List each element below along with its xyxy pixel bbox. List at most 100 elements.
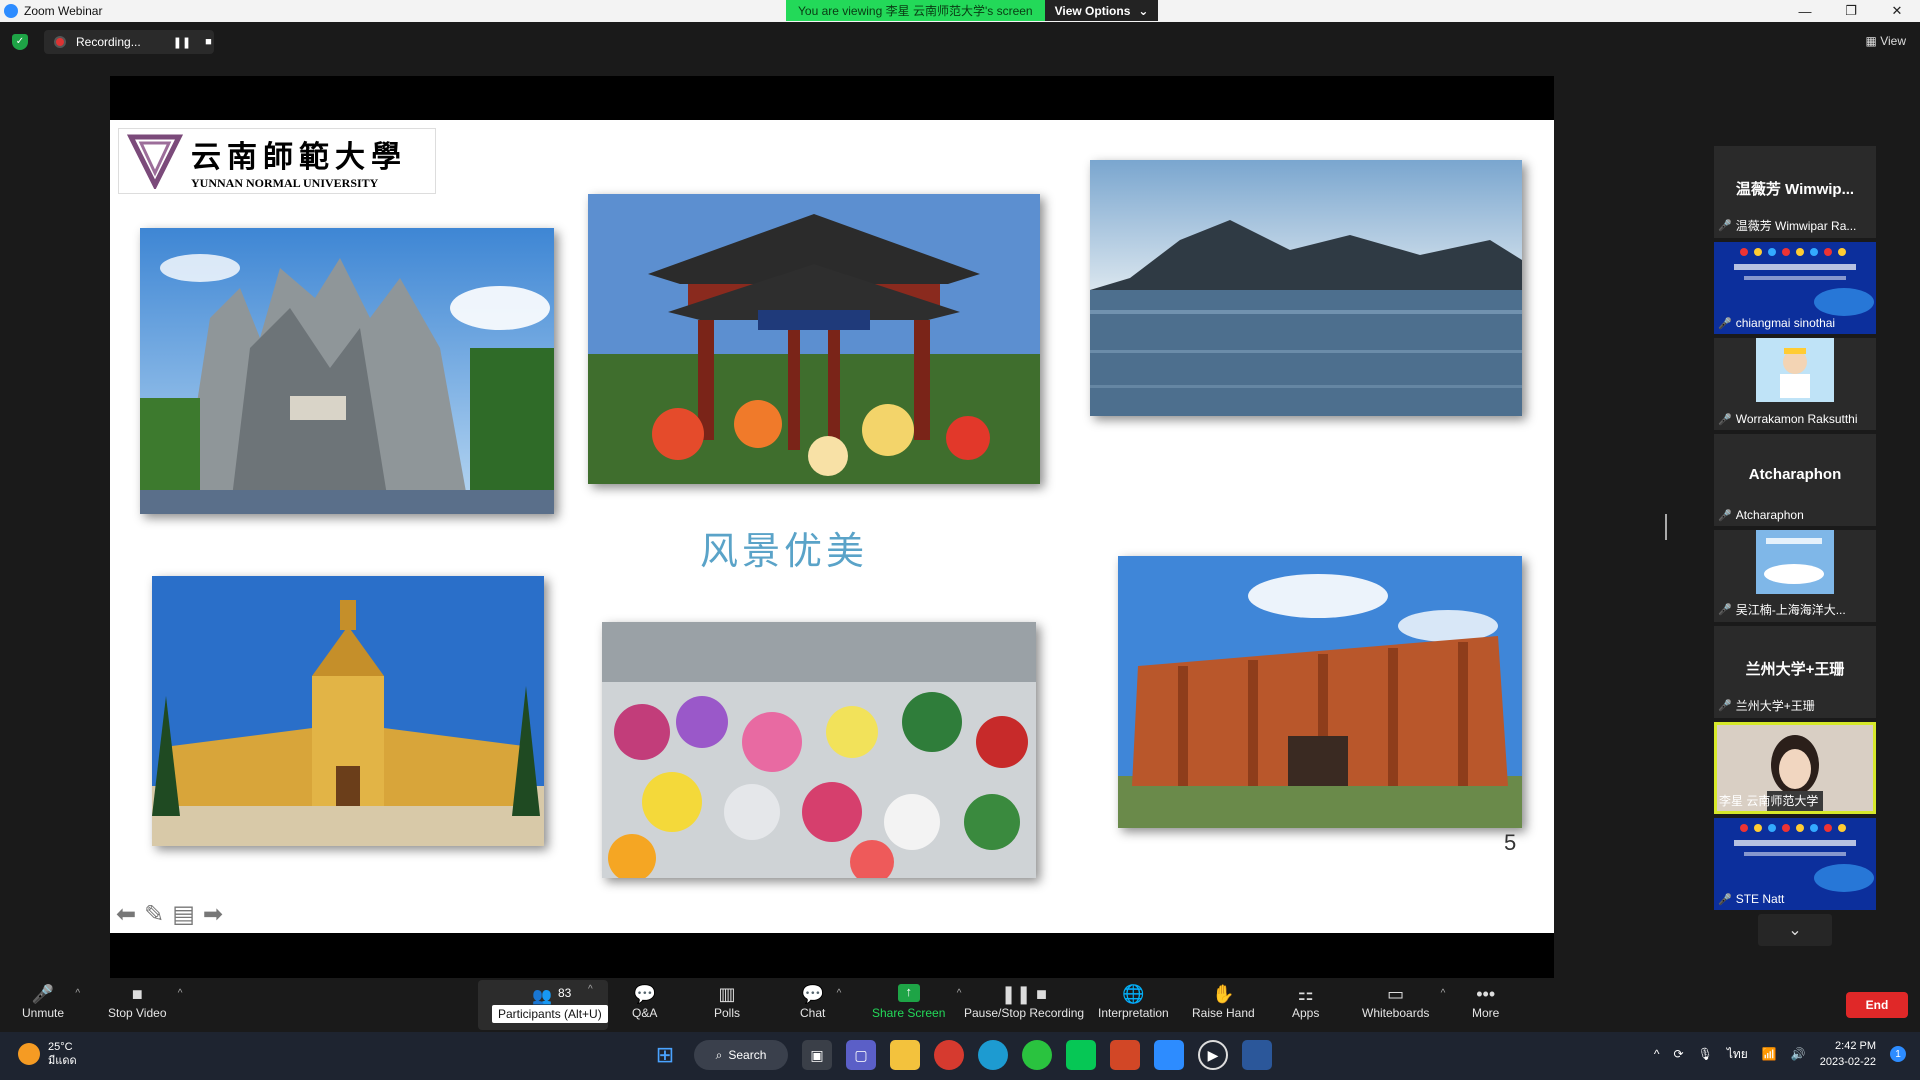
chrome-icon[interactable] [934,1040,964,1070]
chevron-down-icon: ⌄ [1138,3,1149,18]
line-app-icon[interactable] [1066,1040,1096,1070]
maximize-button[interactable]: ❐ [1828,0,1874,22]
wechat-icon[interactable] [1022,1040,1052,1070]
polls-button[interactable]: ▥ Polls [714,984,740,1020]
weather-description: มีแดด [48,1055,77,1067]
logo-english-text: YUNNAN NORMAL UNIVERSITY [191,175,379,190]
media-player-icon[interactable]: ▶ [1198,1040,1228,1070]
muted-mic-icon: 🎤 [1718,893,1732,906]
recording-bar: ✓ Recording... ❚❚ ■ ▦ View [0,22,1920,62]
chat-options-caret-icon[interactable]: ^ [837,988,842,999]
participant-display-name: Atcharaphon [1748,466,1842,483]
chat-button[interactable]: 💬 Chat ^ [800,984,841,1020]
qa-button[interactable]: 💬 Q&A [632,984,657,1020]
stone-forest-photo [140,228,554,514]
share-screen-button[interactable]: ↑ Share Screen ^ [872,984,961,1020]
powerpoint-icon[interactable] [1110,1040,1140,1070]
participant-tile[interactable]: 🎤 STE Natt [1714,818,1876,910]
task-view-icon[interactable]: ▣ [802,1040,832,1070]
minimize-button[interactable]: — [1782,0,1828,22]
participant-name: Atcharaphon [1735,508,1804,522]
security-shield-icon[interactable]: ✓ [12,34,28,50]
pause-stop-recording-button[interactable]: ❚❚ ■ Pause/Stop Recording [964,984,1084,1020]
zoom-app-icon[interactable] [1154,1040,1184,1070]
show-hidden-icons-icon[interactable]: ^ [1654,1047,1660,1061]
raise-hand-label: Raise Hand [1192,1006,1255,1020]
end-button[interactable]: End [1846,992,1908,1018]
volume-icon[interactable]: 🔊 [1791,1047,1806,1061]
previous-slide-icon[interactable]: ⬅ [116,900,136,929]
whiteboards-button[interactable]: ▭ Whiteboards ^ [1362,984,1445,1020]
lake-landscape-photo [1090,160,1522,416]
share-screen-icon: ↑ [897,984,920,1002]
raise-hand-button[interactable]: ✋ Raise Hand [1192,984,1255,1020]
participant-tile[interactable]: 🎤 吴江楠-上海海洋大... [1714,530,1876,622]
chat-icon: 💬 [801,984,824,1004]
participant-tile[interactable]: 温薇芳 Wimwip... 🎤 温薇芳 Wimwipar Ra... [1714,146,1876,238]
participant-tile[interactable]: 🎤 chiangmai sinothai [1714,242,1876,334]
notification-badge[interactable]: 1 [1890,1046,1906,1062]
unmute-button[interactable]: 🎤 Unmute ^ [22,984,80,1020]
participants-tooltip: Participants (Alt+U) [492,1005,608,1023]
globe-icon: 🌐 [1122,984,1145,1004]
more-button[interactable]: ••• More [1472,984,1499,1020]
whiteboards-label: Whiteboards [1362,1006,1430,1020]
meeting-toolbar: 🎤 Unmute ^ ■ Stop Video ^ 💬 Q&A ▥ Polls … [0,980,1920,1032]
view-button[interactable]: ▦ View [1866,34,1906,48]
apps-label: Apps [1292,1006,1320,1020]
stop-video-button[interactable]: ■ Stop Video ^ [108,984,183,1020]
share-options-caret-icon[interactable]: ^ [957,988,962,999]
whiteboard-icon: ▭ [1387,984,1405,1004]
university-logo: 云南師範大學 YUNNAN NORMAL UNIVERSITY [118,128,436,194]
apps-button[interactable]: ⚏ Apps [1292,984,1319,1020]
university-gate-photo [588,194,1040,484]
input-language[interactable]: ไทย [1727,1045,1748,1064]
logo-chinese-text: 云南師範大學 [191,139,407,175]
view-options-label: View Options [1054,3,1131,18]
raise-hand-icon: ✋ [1212,984,1235,1004]
window-title: Zoom Webinar [24,4,103,18]
view-options-button[interactable]: View Options ⌄ [1044,0,1159,21]
sun-weather-icon [18,1043,40,1065]
interpretation-button[interactable]: 🌐 Interpretation [1098,984,1169,1020]
word-icon[interactable] [1242,1040,1272,1070]
pen-tool-icon[interactable]: ✎ [144,900,164,929]
video-options-caret-icon[interactable]: ^ [178,988,183,999]
pause-stop-recording-icon: ❚❚ ■ [1001,984,1048,1004]
system-clock[interactable]: 2:42 PM 2023-02-22 [1820,1038,1876,1070]
whiteboard-options-caret-icon[interactable]: ^ [1441,988,1446,999]
windows-start-icon[interactable]: ⊞ [650,1040,680,1070]
chevron-down-icon: ⌄ [1788,922,1802,939]
participant-tile[interactable]: 🎤 Worrakamon Raksutthi [1714,338,1876,430]
unmute-label: Unmute [22,1006,65,1020]
microphone-icon[interactable]: 🎙 [1698,1047,1713,1061]
apps-icon: ⚏ [1297,984,1314,1004]
mic-muted-icon: 🎤 [31,984,55,1004]
next-slide-icon[interactable]: ➡ [203,900,223,929]
teams-chat-icon[interactable]: ▢ [846,1040,876,1070]
audio-options-caret-icon[interactable]: ^ [75,988,80,999]
sync-icon[interactable]: ⟳ [1674,1047,1684,1061]
weather-widget[interactable]: 25°C มีแดด [18,1040,77,1068]
participant-name: 兰州大学+王珊 [1735,699,1815,713]
file-explorer-icon[interactable] [890,1040,920,1070]
slide-menu-icon[interactable]: ▤ [172,900,195,929]
clock-time: 2:42 PM [1835,1040,1876,1052]
edge-icon[interactable] [978,1040,1008,1070]
wifi-icon[interactable]: 📶 [1762,1047,1777,1061]
participant-tile[interactable]: Atcharaphon 🎤 Atcharaphon [1714,434,1876,526]
participants-caret-icon[interactable]: ^ [588,984,593,995]
muted-mic-icon: 🎤 [1718,413,1732,426]
recording-dot-icon [54,36,66,48]
pause-recording-icon[interactable]: ❚❚ [173,36,191,49]
qa-label: Q&A [632,1006,658,1020]
panel-scroll-down-button[interactable]: ⌄ [1758,914,1832,946]
panel-resize-handle[interactable] [1665,514,1667,540]
shared-screen: 云南師範大學 YUNNAN NORMAL UNIVERSITY 风景优美 5 ⬅… [110,76,1554,978]
stop-recording-icon[interactable]: ■ [205,36,212,49]
active-speaker-tile[interactable]: 李星 云南师范大学 [1714,722,1876,814]
participant-tile[interactable]: 兰州大学+王珊 🎤 兰州大学+王珊 [1714,626,1876,718]
taskbar-search-button[interactable]: ⌕ Search [694,1040,788,1070]
close-button[interactable]: ✕ [1874,0,1920,22]
interpretation-label: Interpretation [1098,1006,1169,1020]
